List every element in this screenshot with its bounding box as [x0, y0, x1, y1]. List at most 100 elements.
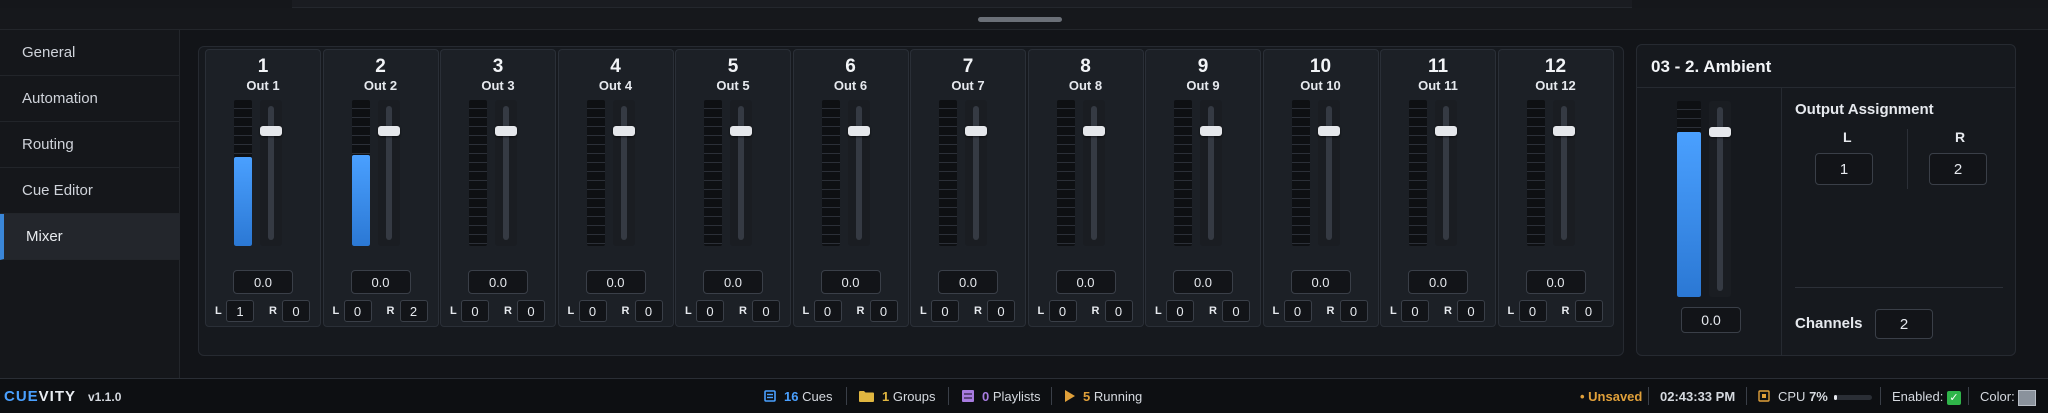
fader-knob[interactable] — [612, 126, 635, 136]
l-field[interactable]: 0 — [813, 300, 842, 322]
l-field[interactable]: 0 — [343, 300, 372, 322]
r-field[interactable]: 0 — [1339, 300, 1368, 322]
channel-fader[interactable] — [1435, 100, 1457, 246]
color-picker[interactable]: Color: — [1980, 389, 2037, 406]
status-playlists[interactable]: 0 Playlists — [962, 389, 1041, 405]
fader-knob[interactable] — [847, 126, 870, 136]
channel-fader[interactable] — [377, 100, 400, 246]
fader-knob[interactable] — [965, 126, 987, 136]
gain-field[interactable]: 0.0 — [585, 270, 646, 294]
l-field[interactable]: 0 — [1283, 300, 1312, 322]
r-field[interactable]: 0 — [517, 300, 545, 322]
channel-fader[interactable] — [1317, 100, 1340, 246]
detail-fader-knob[interactable] — [1709, 127, 1731, 137]
r-field[interactable]: 0 — [1457, 300, 1485, 322]
sidebar-item-mixer[interactable]: Mixer — [0, 214, 180, 260]
gain-field[interactable]: 0.0 — [820, 270, 881, 294]
channel-fader[interactable] — [965, 100, 987, 246]
enabled-toggle[interactable]: Enabled: ✓ — [1892, 389, 1961, 405]
r-label: R — [1444, 305, 1452, 317]
fader-knob[interactable] — [377, 126, 400, 136]
r-field[interactable]: 0 — [1574, 300, 1603, 322]
channels-field[interactable]: 2 — [1875, 309, 1933, 339]
sidebar-item-routing[interactable]: Routing — [0, 122, 180, 168]
splitter-grip[interactable] — [978, 17, 1062, 22]
fader-knob[interactable] — [495, 126, 517, 136]
status-divider — [948, 387, 949, 405]
fader-knob[interactable] — [1552, 126, 1575, 136]
r-field[interactable]: 0 — [869, 300, 898, 322]
fader-knob[interactable] — [260, 126, 282, 136]
fader-knob[interactable] — [730, 126, 752, 136]
r-field[interactable]: 0 — [282, 300, 310, 322]
l-field[interactable]: 0 — [1518, 300, 1547, 322]
l-field[interactable]: 0 — [1166, 300, 1194, 322]
r-field[interactable]: 0 — [1104, 300, 1133, 322]
sidebar-item-general[interactable]: General — [0, 30, 180, 76]
enabled-checkbox[interactable]: ✓ — [1946, 390, 1961, 405]
play-icon — [1064, 390, 1075, 405]
fader-knob[interactable] — [1082, 126, 1105, 136]
output-r-field[interactable]: 2 — [1929, 153, 1987, 185]
fader-knob[interactable] — [1200, 126, 1222, 136]
cues-label: Cues — [802, 389, 833, 404]
fader-knob[interactable] — [1435, 126, 1457, 136]
l-label: L — [450, 305, 457, 317]
gain-field[interactable]: 0.0 — [1055, 270, 1116, 294]
channel-fader[interactable] — [495, 100, 517, 246]
channel-strip: 1 Out 1 0.0 L 1 R 0 — [205, 49, 321, 327]
panel-splitter[interactable] — [0, 8, 2048, 30]
detail-gain-field[interactable]: 0.0 — [1681, 307, 1741, 333]
gain-field[interactable]: 0.0 — [1290, 270, 1351, 294]
channels-label: Channels — [1795, 315, 1863, 332]
channel-output-label: Out 1 — [246, 78, 280, 93]
channel-output-label: Out 2 — [363, 78, 398, 93]
status-running[interactable]: 5 Running — [1064, 389, 1142, 405]
l-field[interactable]: 1 — [226, 300, 254, 322]
channel-strip: 10 Out 10 0.0 L 0 R 0 — [1262, 49, 1379, 327]
r-field[interactable]: 2 — [399, 300, 428, 322]
fader-knob[interactable] — [1317, 126, 1340, 136]
level-meter — [821, 100, 840, 246]
l-field[interactable]: 0 — [1048, 300, 1077, 322]
channel-number: 4 — [610, 56, 621, 77]
gain-field[interactable]: 0.0 — [1173, 270, 1233, 294]
gain-field[interactable]: 0.0 — [233, 270, 293, 294]
l-field[interactable]: 0 — [578, 300, 607, 322]
color-swatch[interactable] — [2018, 389, 2037, 406]
sidebar-item-cue-editor[interactable]: Cue Editor — [0, 168, 180, 214]
sidebar-item-automation[interactable]: Automation — [0, 76, 180, 122]
channel-output-label: Out 5 — [716, 78, 750, 93]
r-field[interactable]: 0 — [634, 300, 663, 322]
gain-field[interactable]: 0.0 — [938, 270, 998, 294]
channel-fader[interactable] — [612, 100, 635, 246]
l-field[interactable]: 0 — [461, 300, 489, 322]
channel-number: 6 — [845, 56, 856, 77]
gain-field[interactable]: 0.0 — [1525, 270, 1586, 294]
gain-field[interactable]: 0.0 — [703, 270, 763, 294]
r-field[interactable]: 0 — [1222, 300, 1250, 322]
l-field[interactable]: 0 — [931, 300, 959, 322]
status-cues[interactable]: 16 Cues — [764, 389, 832, 405]
status-groups[interactable]: 1 Groups — [859, 389, 936, 405]
lr-assignment: L0R0 — [1499, 300, 1613, 322]
channel-fader[interactable] — [847, 100, 870, 246]
detail-fader[interactable] — [1709, 101, 1731, 297]
meter-fill — [351, 155, 370, 246]
channel-fader[interactable] — [730, 100, 752, 246]
l-field[interactable]: 0 — [696, 300, 724, 322]
output-l-field[interactable]: 1 — [1815, 153, 1873, 185]
playlist-icon — [962, 390, 974, 405]
gain-field[interactable]: 0.0 — [468, 270, 528, 294]
channel-fader[interactable] — [1200, 100, 1222, 246]
channel-strip: 12 Out 12 0.0 L 0 R 0 — [1497, 49, 1614, 327]
l-field[interactable]: 0 — [1401, 300, 1429, 322]
status-divider — [1051, 387, 1052, 405]
channel-fader[interactable] — [1082, 100, 1105, 246]
channel-fader[interactable] — [1552, 100, 1575, 246]
gain-field[interactable]: 0.0 — [1408, 270, 1468, 294]
r-field[interactable]: 0 — [987, 300, 1015, 322]
gain-field[interactable]: 0.0 — [350, 270, 411, 294]
channel-fader[interactable] — [260, 100, 282, 246]
r-field[interactable]: 0 — [752, 300, 780, 322]
